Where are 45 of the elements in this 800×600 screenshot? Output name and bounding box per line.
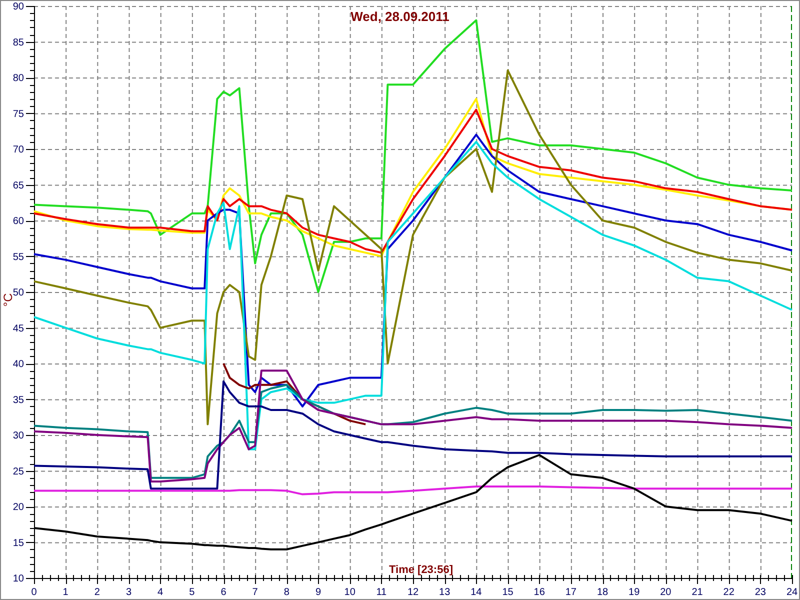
y-tick-label: 15 [12, 538, 24, 549]
y-tick-label: 85 [12, 37, 24, 48]
x-tick-label: 15 [502, 587, 514, 598]
y-tick-label: 40 [12, 359, 24, 370]
y-tick-label: 25 [12, 466, 24, 478]
x-axis-label: Time [23:56] [389, 564, 453, 576]
y-tick-label: 55 [12, 252, 24, 263]
x-tick-label: 14 [470, 587, 482, 598]
y-tick-label: 80 [12, 73, 24, 84]
x-tick-label: 3 [126, 587, 132, 598]
y-tick-label: 75 [12, 108, 24, 120]
y-tick-label: 70 [12, 144, 24, 156]
x-tick-label: 6 [220, 587, 226, 598]
x-tick-label: 7 [252, 587, 258, 598]
x-tick-label: 10 [344, 587, 356, 598]
x-tick-label: 18 [596, 587, 608, 598]
x-tick-label: 0 [31, 587, 37, 598]
x-tick-label: 21 [692, 587, 703, 598]
x-tick-label: 1 [62, 587, 68, 598]
y-tick-label: 20 [12, 502, 24, 513]
x-tick-label: 9 [315, 587, 322, 598]
y-tick-label: 10 [12, 574, 24, 584]
x-tick-label: 24 [786, 587, 798, 598]
y-tick-label: 90 [12, 2, 24, 12]
x-tick-label: 11 [376, 587, 387, 598]
x-tick-label: 5 [189, 587, 195, 598]
x-tick-label: 22 [723, 587, 734, 598]
x-tick-label: 2 [94, 587, 100, 598]
y-tick-label: 35 [12, 394, 24, 406]
y-tick-label: 60 [12, 216, 24, 227]
y-axis-label: °C [1, 293, 15, 307]
y-tick-label: 65 [12, 180, 24, 192]
x-tick-label: 8 [284, 587, 290, 598]
y-tick-label: 45 [12, 323, 24, 334]
x-tick-label: 12 [407, 587, 419, 598]
x-tick-label: 17 [565, 587, 576, 598]
x-tick-label: 20 [660, 587, 672, 598]
x-tick-label: 23 [754, 587, 766, 598]
x-tick-label: 4 [158, 587, 164, 598]
x-tick-label: 13 [439, 587, 450, 598]
chart-title: Wed, 28.09.2011 [350, 9, 450, 24]
x-tick-label: 16 [534, 587, 545, 598]
y-tick-label: 30 [12, 430, 24, 442]
y-tick-label: 50 [12, 288, 24, 298]
x-tick-label: 19 [628, 587, 640, 598]
